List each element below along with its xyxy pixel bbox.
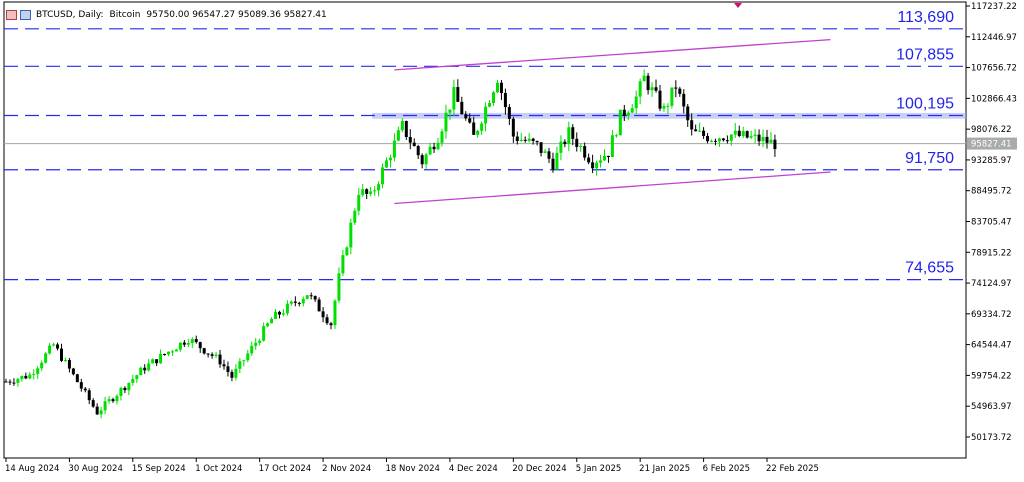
chart-canvas: 95827.41 113,690 107,855 100,195 91,750 74,6… [3, 1, 1017, 474]
ohlc-values: 95750.00 96547.27 95089.36 95827.41 [146, 10, 327, 20]
date-tick-label: 5 Jan 2025 [576, 464, 622, 474]
date-tick-label: 1 Oct 2024 [195, 464, 242, 474]
candle [202, 347, 206, 355]
date-tick-label: 18 Nov 2024 [386, 464, 440, 474]
price-tick-label: 59754.22 [971, 371, 1012, 381]
price-tick-label: 93285.97 [971, 156, 1012, 166]
price-tick-label: 88495.72 [971, 187, 1012, 197]
date-tick-label: 15 Sep 2024 [132, 464, 186, 474]
symbol-grid-icon [20, 10, 31, 20]
price-tick-label: 112446.97 [971, 33, 1017, 43]
candle [670, 87, 674, 109]
level-label-0: 113,690 [897, 9, 954, 26]
candle [404, 120, 408, 140]
symbol-description: Bitcoin [109, 10, 141, 20]
price-tick-label: 54963.97 [971, 402, 1012, 412]
candle [333, 299, 337, 329]
price-tick-label: 69334.72 [971, 310, 1012, 320]
price-tick-label: 74124.97 [971, 279, 1012, 289]
date-tick-label: 4 Dec 2024 [449, 464, 498, 474]
date-tick-label: 22 Feb 2025 [766, 464, 819, 474]
price-tick-label: 50173.72 [971, 433, 1012, 443]
price-tick-label: 98076.22 [971, 125, 1012, 135]
level-label-4: 74,655 [905, 260, 954, 277]
symbol-label: BTCUSD, Daily: [36, 10, 104, 20]
chart-frame: 95827.41 113,690 107,855 100,195 91,750 74,6… [0, 0, 1024, 482]
level-label-3: 91,750 [905, 150, 954, 167]
candle [745, 130, 749, 139]
chart-window-icon [6, 10, 17, 20]
price-tick-label: 117237.22 [971, 2, 1017, 12]
date-tick-label: 2 Nov 2024 [322, 464, 371, 474]
candle [345, 246, 349, 257]
level-label-1: 107,855 [896, 46, 954, 63]
date-tick-label: 20 Dec 2024 [512, 464, 566, 474]
level-label-2: 100,195 [896, 96, 954, 113]
candle [618, 109, 622, 136]
price-tick-label: 107656.72 [971, 64, 1017, 74]
chart-header: BTCUSD, Daily: Bitcoin 95750.00 96547.27… [6, 8, 327, 22]
price-tick-label: 64544.47 [971, 341, 1012, 351]
price-tick-label: 78915.22 [971, 248, 1012, 258]
candle [44, 351, 48, 364]
date-tick-label: 6 Feb 2025 [703, 464, 751, 474]
date-axis: 14 Aug 2024 30 Aug 2024 15 Sep 2024 1 Oct 2… [5, 458, 819, 474]
plot-area [3, 1, 967, 459]
price-tick-label: 102866.43 [971, 94, 1017, 104]
candle [75, 373, 79, 383]
price-axis: 117237.22 112446.97 107656.72 102866.43 9807… [966, 2, 1017, 443]
price-tick-label: 83705.47 [971, 217, 1012, 227]
date-tick-label: 21 Jan 2025 [639, 464, 690, 474]
date-tick-label: 14 Aug 2024 [5, 464, 59, 474]
date-tick-label: 30 Aug 2024 [68, 464, 122, 474]
candle [305, 295, 309, 300]
current-price-label: 95827.41 [971, 140, 1012, 150]
date-tick-label: 17 Oct 2024 [259, 464, 312, 474]
candle [71, 367, 75, 376]
